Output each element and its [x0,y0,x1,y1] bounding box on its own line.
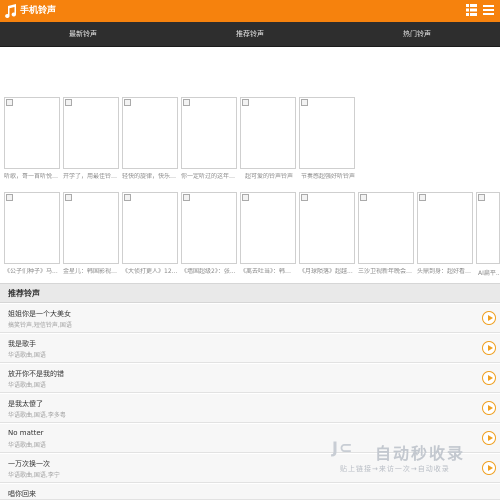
song-meta: 华语歌曲,国语 [8,352,46,359]
broken-image-icon [6,99,13,106]
site-title[interactable]: 手机铃声 [20,5,56,17]
nav-recommended-ringtones[interactable]: 推荐铃声 [167,22,333,47]
thumbnail-image[interactable] [181,97,237,169]
thumbnail-caption[interactable]: 《月球陨落》超越... [299,268,355,276]
thumbnail-image[interactable] [4,192,60,264]
thumbnail-image[interactable] [122,97,178,169]
recommended-section-header: 推荐铃声 [0,283,500,303]
broken-image-icon [242,99,249,106]
watermark: J⊂ 自动秒收录 贴上链接→来访一次→自动收录 [332,438,482,478]
song-title[interactable]: 是我太傻了 [8,399,43,409]
nav-latest-ringtones[interactable]: 最新铃声 [0,22,166,47]
song-title[interactable]: No matter [8,429,44,437]
nav-hot-ringtones[interactable]: 热门铃声 [334,22,500,47]
broken-image-icon [301,194,308,201]
song-title[interactable]: 我是歌手 [8,339,36,349]
broken-image-icon [124,99,131,106]
song-title[interactable]: 一万次换一次 [8,459,50,469]
watermark-subtext: 贴上链接→来访一次→自动收录 [340,465,450,473]
thumbnail-caption[interactable]: 金星儿：韩国影视文... [63,268,119,276]
broken-image-icon [183,194,190,201]
song-row[interactable]: 是我太傻了 华语歌曲,国语,李多粤 [0,394,500,423]
thumbnail-image[interactable] [181,192,237,264]
thumbnail-caption[interactable]: 《公子们种子》马... [4,268,60,276]
main-nav: 最新铃声 推荐铃声 热门铃声 [0,22,500,47]
music-note-icon[interactable] [3,3,19,19]
song-title[interactable]: 姐姐你是一个大美女 [8,309,71,319]
play-icon[interactable] [482,461,496,475]
thumbnail-image[interactable] [358,192,414,264]
thumbnail-image[interactable] [63,97,119,169]
thumbnail-image[interactable] [4,97,60,169]
thumbnail-image[interactable] [122,192,178,264]
song-row[interactable]: 姐姐你是一个大美女 搞笑铃声,短信铃声,国语 [0,304,500,333]
thumbnail-image[interactable] [63,192,119,264]
thumbnail-image[interactable] [299,192,355,264]
top-header: 手机铃声 [0,0,500,22]
play-icon[interactable] [482,431,496,445]
song-row[interactable]: 唱你回来 [0,484,500,500]
thumbnail-caption[interactable]: 头鼎到身：超好看马... [417,268,473,276]
broken-image-icon [65,99,72,106]
play-icon[interactable] [482,371,496,385]
list-menu-icon[interactable] [483,4,494,16]
play-icon[interactable] [482,341,496,355]
broken-image-icon [360,194,367,201]
thumbnail-caption[interactable]: 开学了，用最佳铃声... [63,173,119,181]
song-title[interactable]: 唱你回来 [8,489,36,499]
section-title: 推荐铃声 [8,289,40,298]
thumbnail-caption[interactable]: 三沙卫视新年晚会开... [358,268,414,276]
thumbnail-image[interactable] [240,97,296,169]
thumbnail-caption[interactable]: 轻快的旋律，快乐的... [122,173,178,181]
play-icon[interactable] [482,311,496,325]
song-row[interactable]: 我是歌手 华语歌曲,国语 [0,334,500,363]
thumbnail-image[interactable] [240,192,296,264]
thumbnail-caption[interactable]: 《大侦打更人》12月... [122,268,178,276]
song-meta: 搞笑铃声,短信铃声,国语 [8,322,72,329]
broken-image-icon [478,194,485,201]
header-actions [466,4,494,16]
song-meta: 华语歌曲,国语,李宁 [8,472,60,479]
thumbnail-caption[interactable]: 超可爱的铃声铃声 [245,173,301,181]
broken-image-icon [301,99,308,106]
song-title[interactable]: 放开你不是我的错 [8,369,64,379]
play-icon[interactable] [482,401,496,415]
thumbnail-image[interactable] [299,97,355,169]
thumbnail-caption[interactable]: 《离去吐当》：韩西... [240,268,296,276]
song-meta: 华语歌曲,国语 [8,382,46,389]
thumbnail-caption[interactable]: 《墙国超级2》：张... [181,268,237,276]
thumbnail-image[interactable] [417,192,473,264]
broken-image-icon [6,194,13,201]
broken-image-icon [419,194,426,201]
broken-image-icon [183,99,190,106]
song-row[interactable]: 放开你不是我的错 华语歌曲,国语 [0,364,500,393]
thumbnail-caption[interactable]: AI扁平... [478,268,500,277]
broken-image-icon [65,194,72,201]
thumbnail-image[interactable] [476,192,500,264]
broken-image-icon [124,194,131,201]
broken-image-icon [242,194,249,201]
song-meta: 华语歌曲,国语 [8,442,46,449]
thumbnail-caption[interactable]: 你一定听过的这年最... [181,173,237,181]
thumbnail-caption[interactable]: 节奏感超强好听铃声 [301,173,357,181]
grid-menu-icon[interactable] [466,4,477,16]
watermark-logo: J⊂ [332,438,354,457]
thumbnail-caption[interactable]: 听歌，哥一首听悦明... [4,173,60,181]
song-meta: 华语歌曲,国语,李多粤 [8,412,66,419]
watermark-text: 自动秒收录 [375,444,466,463]
